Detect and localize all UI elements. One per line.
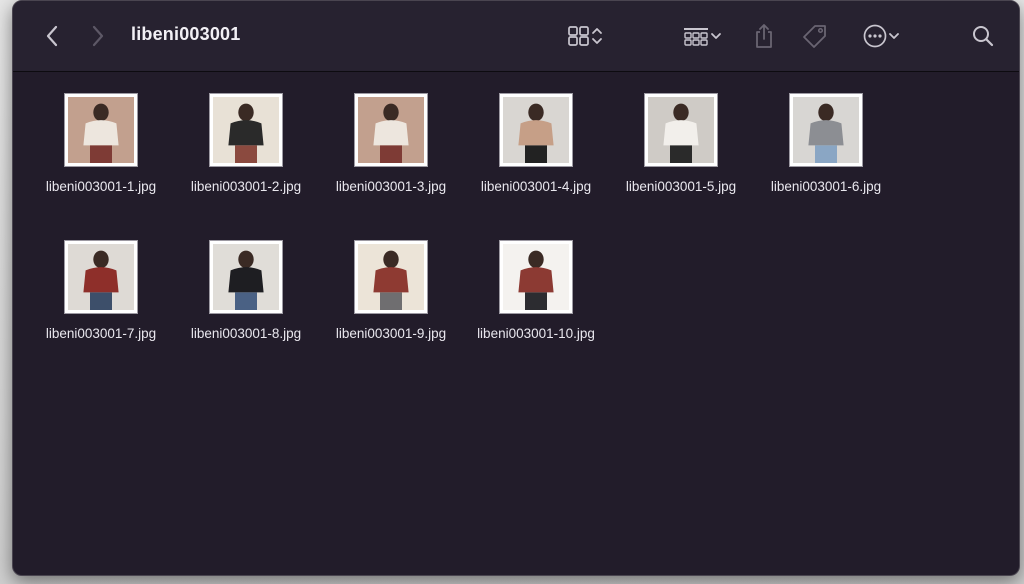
more-icon [862, 23, 888, 49]
search-button[interactable] [969, 21, 997, 51]
back-button[interactable] [39, 21, 65, 51]
file-name: libeni003001-3.jpg [335, 179, 447, 194]
file-thumbnail [644, 93, 718, 167]
file-item[interactable]: libeni003001-7.jpg [29, 236, 173, 344]
chevron-updown-icon [591, 25, 603, 47]
file-item[interactable]: libeni003001-9.jpg [319, 236, 463, 344]
file-item[interactable]: libeni003001-5.jpg [609, 89, 753, 197]
file-thumbnail [354, 240, 428, 314]
file-name: libeni003001-7.jpg [45, 326, 157, 341]
grid-view-icon [567, 25, 591, 47]
file-name: libeni003001-2.jpg [190, 179, 302, 194]
share-icon [753, 23, 775, 49]
file-name: libeni003001-5.jpg [625, 179, 737, 194]
file-thumbnail [64, 93, 138, 167]
group-button[interactable] [676, 21, 728, 51]
file-thumbnail [499, 93, 573, 167]
file-name: libeni003001-9.jpg [335, 326, 447, 341]
search-icon [971, 24, 995, 48]
chevron-right-icon [91, 25, 105, 47]
tag-button[interactable] [799, 21, 831, 51]
share-button[interactable] [750, 21, 778, 51]
desktop-background: libeni003001 libeni003001-1.jpg libeni00… [0, 0, 1024, 584]
file-name: libeni003001-6.jpg [770, 179, 882, 194]
file-name: libeni003001-8.jpg [190, 326, 302, 341]
file-thumbnail [209, 93, 283, 167]
chevron-left-icon [45, 25, 59, 47]
file-thumbnail [789, 93, 863, 167]
chevron-down-icon [888, 25, 900, 47]
file-name: libeni003001-10.jpg [477, 326, 595, 341]
toolbar: libeni003001 [13, 1, 1019, 72]
file-item[interactable]: libeni003001-4.jpg [464, 89, 608, 197]
file-thumbnail [64, 240, 138, 314]
file-item[interactable]: libeni003001-8.jpg [174, 236, 318, 344]
view-mode-button[interactable] [561, 21, 609, 51]
chevron-down-icon [710, 25, 722, 47]
tag-icon [801, 23, 829, 49]
file-name: libeni003001-4.jpg [480, 179, 592, 194]
file-item[interactable]: libeni003001-1.jpg [29, 89, 173, 197]
file-item[interactable]: libeni003001-10.jpg [464, 236, 608, 344]
file-thumbnail [209, 240, 283, 314]
file-thumbnail [499, 240, 573, 314]
more-actions-button[interactable] [855, 21, 907, 51]
window-title: libeni003001 [131, 24, 241, 44]
forward-button[interactable] [85, 21, 111, 51]
file-item[interactable]: libeni003001-3.jpg [319, 89, 463, 197]
file-thumbnail [354, 93, 428, 167]
file-item[interactable]: libeni003001-6.jpg [754, 89, 898, 197]
group-icon [682, 25, 710, 47]
file-item[interactable]: libeni003001-2.jpg [174, 89, 318, 197]
finder-window: libeni003001 libeni003001-1.jpg libeni00… [12, 0, 1020, 576]
file-name: libeni003001-1.jpg [45, 179, 157, 194]
